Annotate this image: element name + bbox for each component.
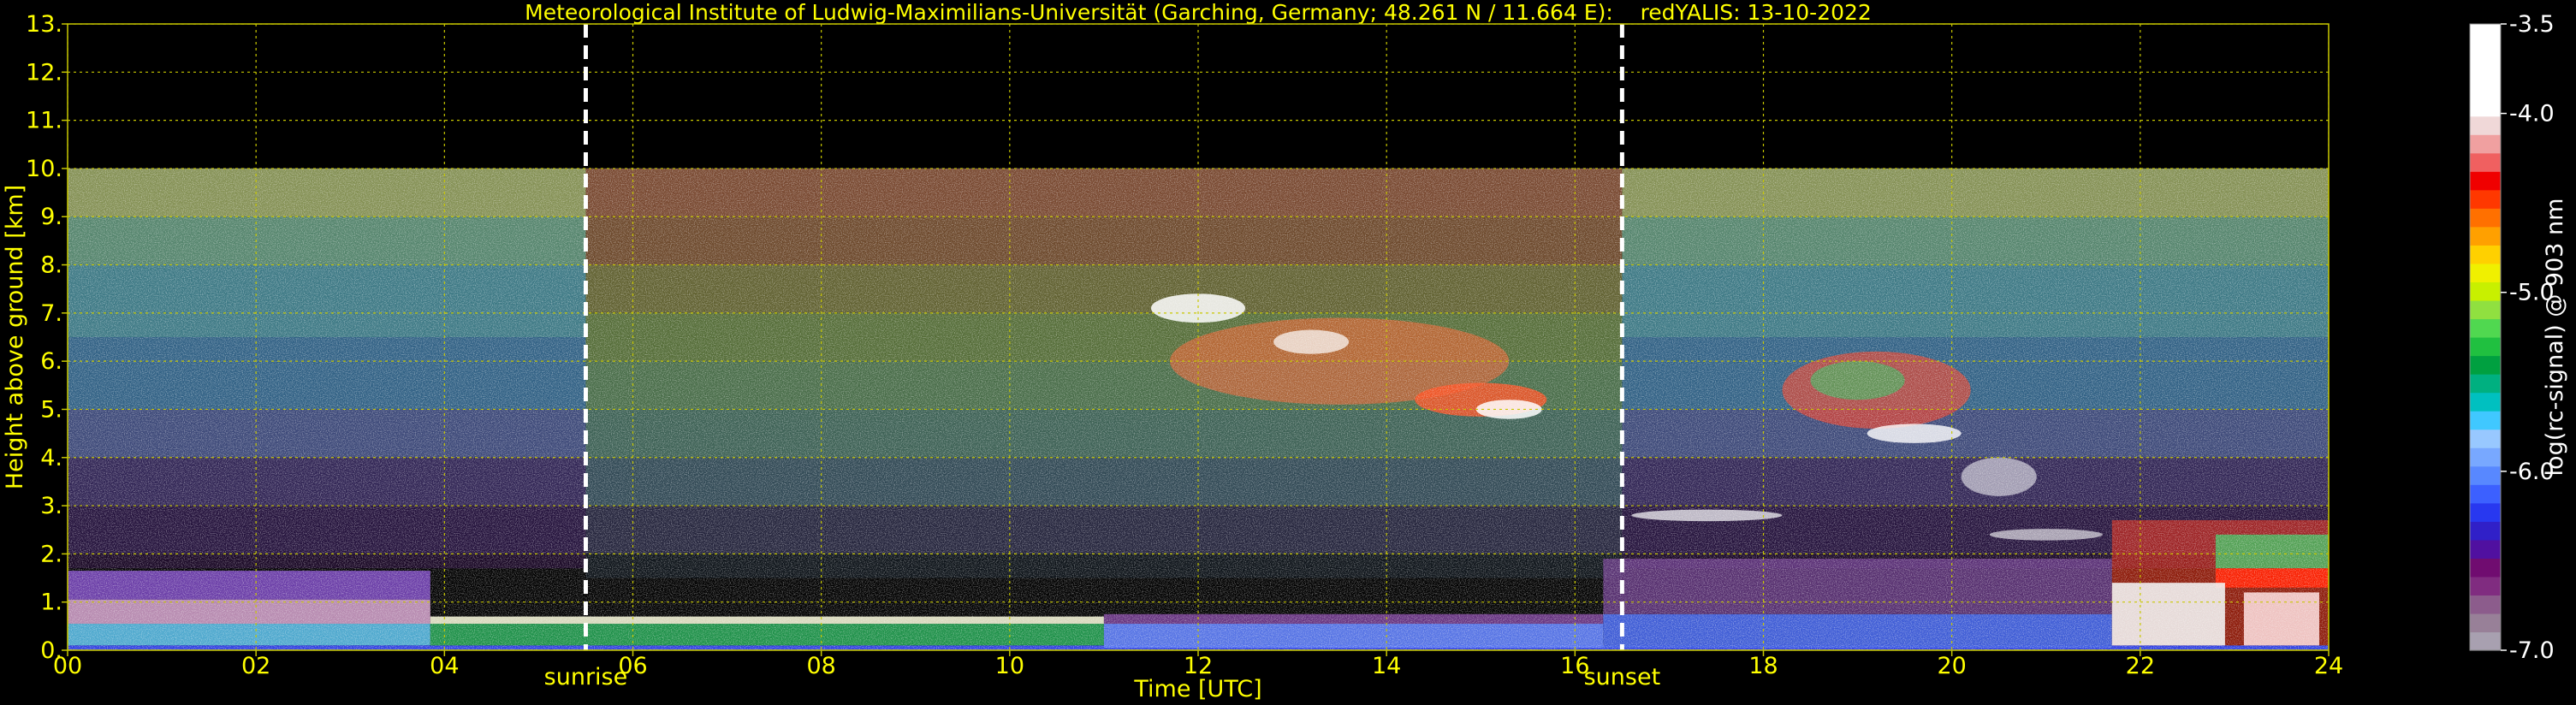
- colorbar-label: log(rc-signal) @ 903 nm: [2542, 198, 2568, 477]
- x-tick-label: 10: [995, 653, 1024, 679]
- colorbar-segment: [2470, 392, 2501, 412]
- x-tick-label: 14: [1372, 653, 1401, 679]
- colorbar-segment: [2470, 245, 2501, 264]
- colorbar-segment: [2470, 42, 2501, 62]
- colorbar-segment: [2470, 539, 2501, 559]
- sun-marker-labels: sunrise sunset: [544, 664, 1660, 690]
- y-tick-label: 9.: [40, 204, 62, 230]
- plot-area: [68, 24, 2329, 650]
- colorbar-segment: [2470, 447, 2501, 467]
- y-tick-label: 7.: [40, 300, 62, 327]
- sun-marker-label: sunrise: [544, 664, 628, 690]
- colorbar-segment: [2470, 61, 2501, 80]
- colorbar-segment: [2470, 465, 2501, 485]
- x-tick-label: 22: [2126, 653, 2155, 679]
- colorbar-segment: [2470, 374, 2501, 394]
- y-tick-label: 4.: [40, 445, 62, 471]
- y-tick-label: 6.: [40, 348, 62, 375]
- colorbar-segment: [2470, 24, 2501, 44]
- colorbar-segment: [2470, 484, 2501, 504]
- y-tick-label: 1.: [40, 589, 62, 616]
- x-tick-label: 04: [430, 653, 459, 679]
- colorbar-segment: [2470, 502, 2501, 522]
- colorbar-segment: [2470, 613, 2501, 633]
- sun-marker-label: sunset: [1584, 664, 1661, 690]
- x-axis-label: Time [UTC]: [1133, 676, 1261, 702]
- colorbar-segment: [2470, 299, 2501, 320]
- colorbar-segment: [2470, 576, 2501, 596]
- colorbar-segment: [2470, 355, 2501, 375]
- colorbar-segment: [2470, 631, 2501, 651]
- colorbar-segment: [2470, 337, 2501, 357]
- y-axis-label: Height above ground [km]: [2, 185, 28, 489]
- colorbar-segment: [2470, 116, 2501, 135]
- colorbar-segment: [2470, 171, 2501, 191]
- x-tick-label: 18: [1748, 653, 1778, 679]
- colorbar-segment: [2470, 521, 2501, 541]
- x-axis-ticks: 00 02 04 06 08 10 12 14 16 18 20 22 24: [53, 650, 2343, 679]
- y-tick-label: 0.: [40, 637, 62, 664]
- colorbar-segment: [2470, 134, 2501, 154]
- colorbar-segment: [2470, 318, 2501, 338]
- x-tick-label: 20: [1937, 653, 1966, 679]
- colorbar-segment: [2470, 558, 2501, 578]
- x-tick-label: 24: [2314, 653, 2343, 679]
- colorbar-tick-label: -3.5: [2509, 11, 2555, 38]
- colorbar-segment: [2470, 189, 2501, 209]
- colorbar-segment: [2470, 226, 2501, 246]
- y-tick-label: 12.: [26, 59, 62, 86]
- y-axis-ticks: 0. 1. 2. 3. 4. 5. 6. 7. 8. 9. 10. 11. 12. 13.: [26, 11, 68, 664]
- y-tick-label: 11.: [26, 108, 62, 134]
- colorbar-segment: [2470, 281, 2501, 301]
- colorbar-tick-label: -7.0: [2509, 637, 2555, 664]
- y-tick-label: 8.: [40, 252, 62, 279]
- x-tick-label: 02: [241, 653, 270, 679]
- colorbar-segment: [2470, 595, 2501, 614]
- colorbar-segment: [2470, 429, 2501, 448]
- colorbar-segment: [2470, 208, 2501, 228]
- colorbar-segment: [2470, 411, 2501, 430]
- y-tick-label: 3.: [40, 493, 62, 519]
- chart-title: Meteorological Institute of Ludwig-Maxim…: [525, 0, 1872, 25]
- y-tick-label: 5.: [40, 396, 62, 423]
- colorbar-segment: [2470, 263, 2501, 283]
- y-tick-label: 2.: [40, 541, 62, 567]
- colorbar-segment: [2470, 79, 2501, 98]
- colorbar-segment: [2470, 98, 2501, 117]
- x-tick-label: 08: [806, 653, 835, 679]
- lidar-chart: Meteorological Institute of Ludwig-Maxim…: [2, 0, 2568, 702]
- colorbar-segment: [2470, 152, 2501, 172]
- y-tick-label: 10.: [26, 156, 62, 182]
- y-tick-label: 13.: [26, 11, 62, 38]
- colorbar-tick-label: -4.0: [2509, 101, 2555, 127]
